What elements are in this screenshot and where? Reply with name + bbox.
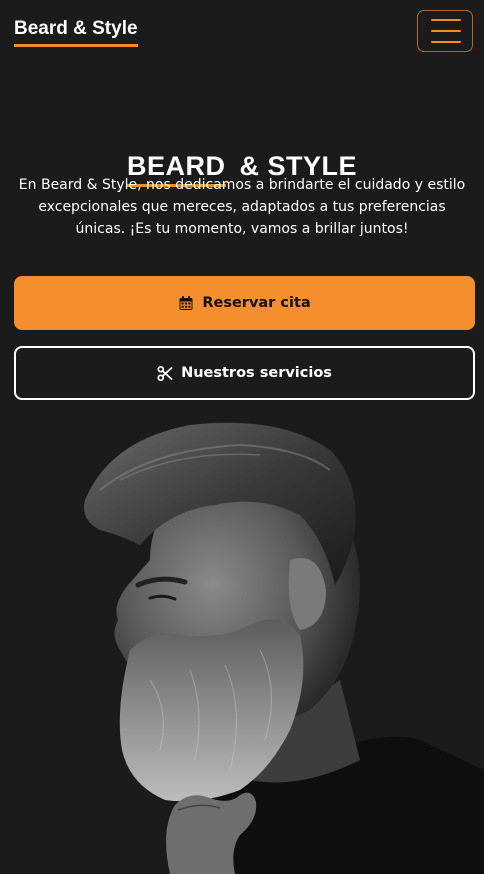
book-appointment-label: Reservar cita [202,295,311,311]
scissors-icon [157,365,173,382]
site-header: Beard & Style [0,0,484,64]
menu-toggle-button[interactable] [417,10,473,52]
calendar-icon [178,295,194,311]
page: Beard & Style BEARD & STYLE En Beard & St… [0,0,484,874]
hero-description: En Beard & Style, nos dedicamos a brinda… [18,177,466,237]
brand-logo-link[interactable]: Beard & Style [14,18,138,47]
book-appointment-button[interactable]: Reservar cita [14,276,475,330]
hero-portrait-image [0,410,484,874]
our-services-button[interactable]: Nuestros servicios [14,346,475,400]
our-services-label: Nuestros servicios [181,365,332,381]
